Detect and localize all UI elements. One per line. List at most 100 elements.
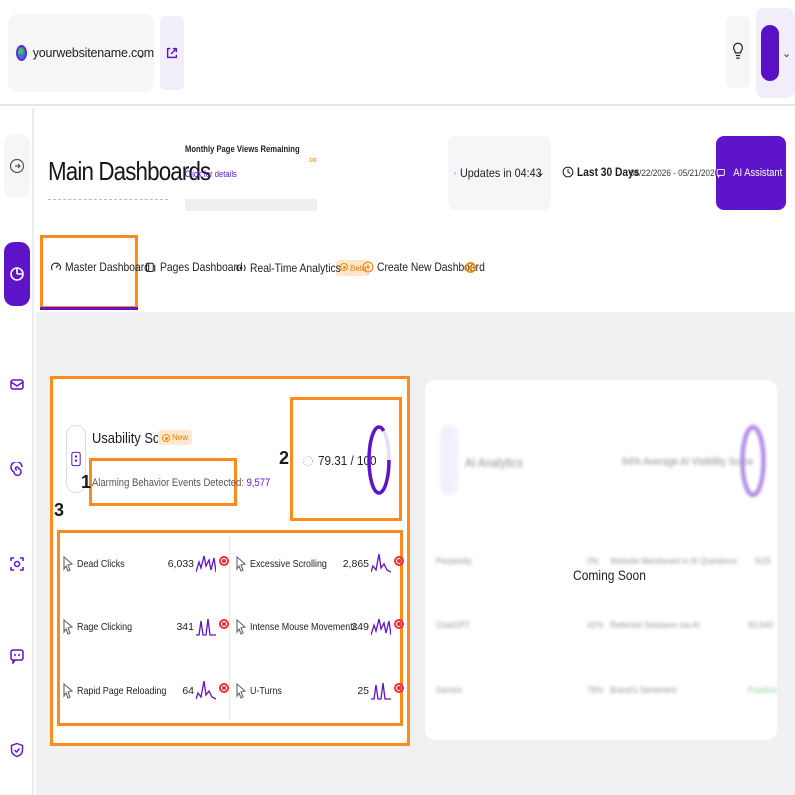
lightbulb-icon [733,42,743,59]
tab-label: Create New Dashboard [377,260,485,274]
auto-update-selector[interactable]: Updates in 04:43 ⌄ [448,136,551,210]
ai-row-sessions-value: 90,540 [748,620,773,631]
nav-feedback[interactable] [4,624,30,688]
date-range-picker[interactable]: 04/22/2026 - 05/21/2026⌄ [630,168,726,179]
metric-row[interactable]: Excessive Scrolling 2,865 [235,534,404,594]
alert-icon [219,619,229,629]
metric-row[interactable]: Dead Clicks 6,033 [62,534,229,594]
usability-score-ring [367,425,391,495]
coming-soon-label: Coming Soon [573,567,646,583]
ai-row-perplexity: Perplexity [436,556,472,567]
chat-bubble-icon [10,649,24,664]
page-views-value: ∞ [309,154,317,166]
metric-sparkline [371,682,391,700]
annotation-marker-1: 1 [81,472,92,492]
metric-value: 25 [357,685,369,697]
open-website-button[interactable] [160,16,184,90]
nav-security[interactable] [4,718,30,782]
ai-visibility-ring [740,425,766,497]
updates-countdown: Updates in 04:43 [460,166,542,180]
tab-label: Master Dashboard [65,260,150,274]
new-dot-icon [162,433,170,442]
ai-row-gemini: Gemini [436,685,462,696]
envelope-icon [10,379,24,390]
metric-name: U-Turns [250,685,282,697]
ai-row-chatgpt: ChatGPT [436,620,471,631]
metric-row[interactable]: U-Turns 25 [235,661,404,721]
metric-row[interactable]: Rage Clicking 341 [62,597,229,657]
metric-name: Excessive Scrolling [250,558,327,570]
alert-icon [394,556,404,566]
broadcast-icon [236,264,246,272]
metric-sparkline [371,618,391,636]
alarm-count: 9,577 [246,477,271,489]
cursor-icon [63,618,74,635]
ai-row-chatgpt-value: 42% [587,620,604,631]
metric-name: Intense Mouse Movements [250,621,358,633]
ai-row-sessions: Referred Sessions via AI [610,620,700,631]
external-link-icon [166,47,178,59]
ai-assistant-label: AI Assistant [732,167,782,179]
ai-chat-icon [716,168,725,179]
tips-button[interactable] [726,16,750,88]
ai-visibility-score: 84% Average AI Visibility Score [622,456,754,468]
alarm-events-text[interactable]: Alarming Behavior Events Detected: 9,577 [92,477,270,489]
cursor-icon [236,682,247,699]
metric-name: Rage Clicking [77,621,133,633]
beta-dot-icon [340,263,348,271]
chevron-down-icon: ⌄ [135,47,146,61]
ai-assistant-button[interactable]: AI Assistant [716,136,786,210]
metric-sparkline [196,555,216,573]
page-views-details-link[interactable]: Click for details [185,169,237,179]
clock-icon [562,166,574,178]
page-views-title: Monthly Page Views Remaining [185,144,300,154]
date-range-text: 04/22/2026 - 05/21/2026 [630,168,720,179]
metric-row[interactable]: Intense Mouse Movements 249 [235,597,404,657]
tab-create-new-dashboard[interactable]: Create New Dashboard [362,260,485,274]
chevron-down-icon: ⌄ [782,47,792,60]
top-bar: yourwebsitename.com ⌄ ⌄ [0,0,795,106]
metric-value: 6,033 [167,558,194,570]
left-navigation-rail [0,108,34,795]
metric-sparkline [196,618,216,636]
cursor-icon [63,682,74,699]
collapse-sidebar-button[interactable] [4,134,30,198]
alarm-label: Alarming Behavior Events Detected: [92,477,244,489]
tab-label: Real-Time Analytics [250,261,341,275]
metrics-divider [229,536,230,720]
cursor-icon [63,555,74,572]
focus-target-icon [10,557,24,571]
account-menu[interactable]: ⌄ [756,8,795,98]
ai-row-sentiment-value: Positive [748,685,777,696]
cursor-icon [236,555,247,572]
new-badge: New [158,430,193,445]
alert-icon [219,683,229,693]
metric-row[interactable]: Rapid Page Reloading 64 [62,661,229,721]
tab-real-time-analytics[interactable]: Real-Time Analytics Beta [235,260,371,276]
annotation-marker-3: 3 [54,500,65,520]
ai-analytics-icon [440,425,458,495]
cursor-icon [236,618,247,635]
alert-icon [219,556,229,566]
nav-inbox[interactable] [4,352,30,416]
ai-row-perplexity-value: 0% [587,556,599,567]
loading-spinner-icon [302,455,314,466]
website-selector[interactable]: yourwebsitename.com ⌄ [8,14,154,92]
nav-dashboards[interactable] [4,242,30,306]
ai-row-mentions: Website Mentioned in AI Questions [610,556,738,567]
nav-recordings[interactable] [4,532,30,596]
new-label: New [172,433,189,442]
ai-row-sentiment: Brand's Sentiment [610,685,677,696]
page-views-progress-bar [185,199,317,211]
chevron-down-icon: ⌄ [535,167,545,179]
alert-icon [394,619,404,629]
refresh-icon [454,172,456,174]
nav-heatmaps[interactable] [4,438,30,502]
ai-row-mentions-value: 5/25 [755,556,771,567]
dashboard-gauge-icon [10,267,24,281]
plus-circle-icon [362,261,374,273]
tab-label: Pages Dashboard [160,260,243,274]
gauge-icon [51,262,61,271]
metric-sparkline [196,680,216,700]
metric-name: Dead Clicks [77,558,125,570]
